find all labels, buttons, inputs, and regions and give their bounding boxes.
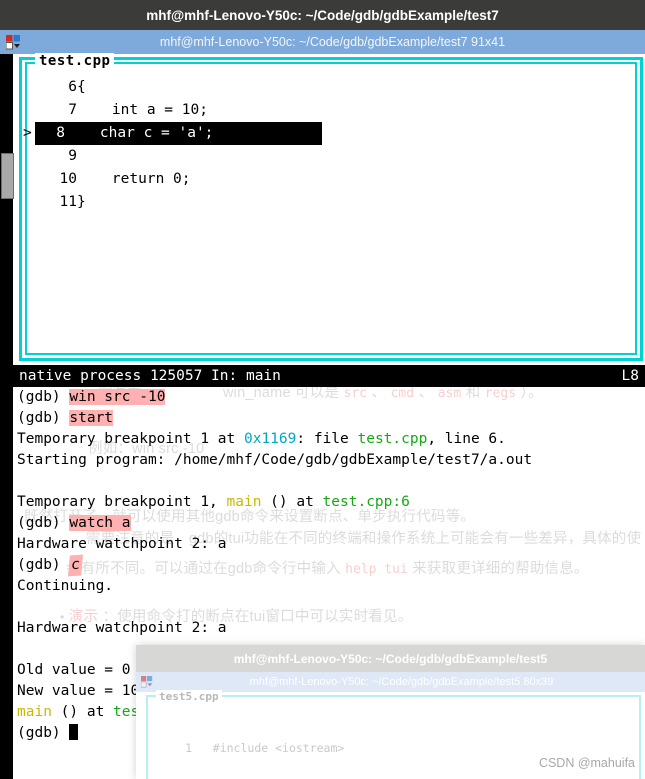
- tab-bar[interactable]: mhf@mhf-Lenovo-Y50c: ~/Code/gdb/gdbExamp…: [0, 30, 645, 54]
- bp-file: test.cpp: [357, 431, 428, 447]
- file-line: test.cpp:6: [322, 494, 410, 510]
- bp-hit-text: Temporary breakpoint 1,: [17, 494, 227, 510]
- console-blank: [17, 471, 645, 492]
- background-tab-bar[interactable]: mhf@mhf-Lenovo-Y50c: ~/Code/gdb/gdbExamp…: [136, 672, 645, 692]
- console-line: Temporary breakpoint 1 at 0x1169: file t…: [17, 429, 645, 450]
- console-line: Hardware watchpoint 2: a: [17, 620, 227, 636]
- cmd-continue: c: [68, 554, 84, 577]
- line-text: }: [77, 194, 86, 210]
- tui-status-line: native process 125057 In: main L8: [13, 365, 645, 387]
- gdb-console[interactable]: (gdb) win src -10 (gdb) start Temporary …: [13, 387, 645, 741]
- window-title: mhf@mhf-Lenovo-Y50c: ~/Code/gdb/gdbExamp…: [146, 7, 499, 23]
- line-text: char c = 'a';: [65, 125, 214, 141]
- bp-text: Temporary breakpoint 1 at: [17, 431, 244, 447]
- gdb-prompt: (gdb): [17, 389, 61, 405]
- console-line: Temporary breakpoint 1, main () at test.…: [17, 492, 645, 513]
- gdb-prompt: (gdb): [17, 557, 61, 573]
- gdb-prompt: (gdb): [17, 410, 61, 426]
- code-line: 1 #include <iostream>: [158, 740, 351, 757]
- line-number: 7: [68, 102, 77, 118]
- cmd-watch: watch a: [69, 515, 131, 531]
- code-line: 6{: [35, 76, 635, 99]
- gdb-prompt: (gdb): [17, 515, 61, 531]
- code-line: 10 return 0;: [35, 168, 635, 191]
- console-line: (gdb) start: [17, 408, 645, 429]
- tab-title[interactable]: mhf@mhf-Lenovo-Y50c: ~/Code/gdb/gdbExamp…: [26, 35, 645, 49]
- current-line-marker: >: [23, 125, 32, 141]
- code-line: 9: [35, 145, 635, 168]
- bp-text: , line 6.: [427, 431, 506, 447]
- console-line: (gdb) c: [17, 554, 645, 577]
- terminal-window: mhf@mhf-Lenovo-Y50c: ~/Code/gdb/gdbExamp…: [0, 0, 645, 741]
- gdb-prompt: (gdb): [17, 725, 61, 741]
- console-blank: [17, 597, 645, 618]
- func-name: main: [226, 494, 262, 510]
- source-code: 6{ 7 int a = 10; >8 char c = 'a'; 9 10 r…: [23, 76, 635, 214]
- console-line: (gdb) win src -10: [17, 387, 645, 408]
- line-number: 10: [59, 171, 77, 187]
- bp-text: : file: [296, 431, 358, 447]
- console-line: (gdb) watch a: [17, 513, 645, 534]
- code-line: 11}: [35, 191, 635, 214]
- console-line: Continuing.: [17, 578, 114, 594]
- terminal-tab-icon[interactable]: [136, 672, 158, 692]
- func-name: main: [17, 704, 52, 720]
- background-source-filename: test5.cpp: [156, 690, 222, 703]
- background-tab-title[interactable]: mhf@mhf-Lenovo-Y50c: ~/Code/gdb/gdbExamp…: [158, 676, 645, 688]
- status-left: native process 125057 In: main: [19, 368, 281, 384]
- background-source-code: 1 #include <iostream> 2 3 using namespac…: [158, 706, 351, 779]
- line-number: 8: [56, 125, 65, 141]
- line-text: return 0;: [77, 171, 191, 187]
- frame-text: () at: [51, 704, 114, 720]
- line-number: 6: [68, 79, 77, 95]
- background-window-title: mhf@mhf-Lenovo-Y50c: ~/Code/gdb/gdbExamp…: [136, 645, 645, 672]
- bp-hit-text: () at: [261, 494, 323, 510]
- text-cursor: [69, 724, 79, 740]
- line-number: 1: [185, 741, 192, 755]
- cmd-start: start: [69, 410, 114, 426]
- console-line: Hardware watchpoint 2: a: [17, 536, 227, 552]
- line-text: #include <iostream>: [212, 741, 345, 755]
- line-text: int a = 10;: [77, 102, 208, 118]
- tui-source-window: test.cpp 6{ 7 int a = 10; >8 char c = 'a…: [13, 53, 645, 365]
- code-line: 7 int a = 10;: [35, 99, 635, 122]
- tui-source-filename: test.cpp: [35, 53, 115, 69]
- terminal-scrollbar[interactable]: [0, 54, 14, 680]
- bp-address: 0x1169: [243, 431, 297, 447]
- screen: layout asm：显示汇编代码窗口。 • layout split ： 将源…: [0, 0, 645, 779]
- terminal-tab-icon[interactable]: [0, 30, 26, 54]
- line-number: 9: [68, 148, 77, 164]
- window-titlebar: mhf@mhf-Lenovo-Y50c: ~/Code/gdb/gdbExamp…: [0, 0, 645, 30]
- cmd-win: win src -10: [69, 389, 166, 405]
- code-line-current: >8 char c = 'a';: [23, 122, 635, 145]
- console-line: Starting program: /home/mhf/Code/gdb/gdb…: [17, 452, 533, 468]
- csdn-watermark: CSDN @mahuifa: [538, 756, 635, 770]
- line-number: 11: [59, 194, 77, 210]
- terminal-body: test.cpp 6{ 7 int a = 10; >8 char c = 'a…: [0, 53, 645, 741]
- line-text: {: [77, 79, 86, 95]
- status-right: L8: [621, 368, 639, 384]
